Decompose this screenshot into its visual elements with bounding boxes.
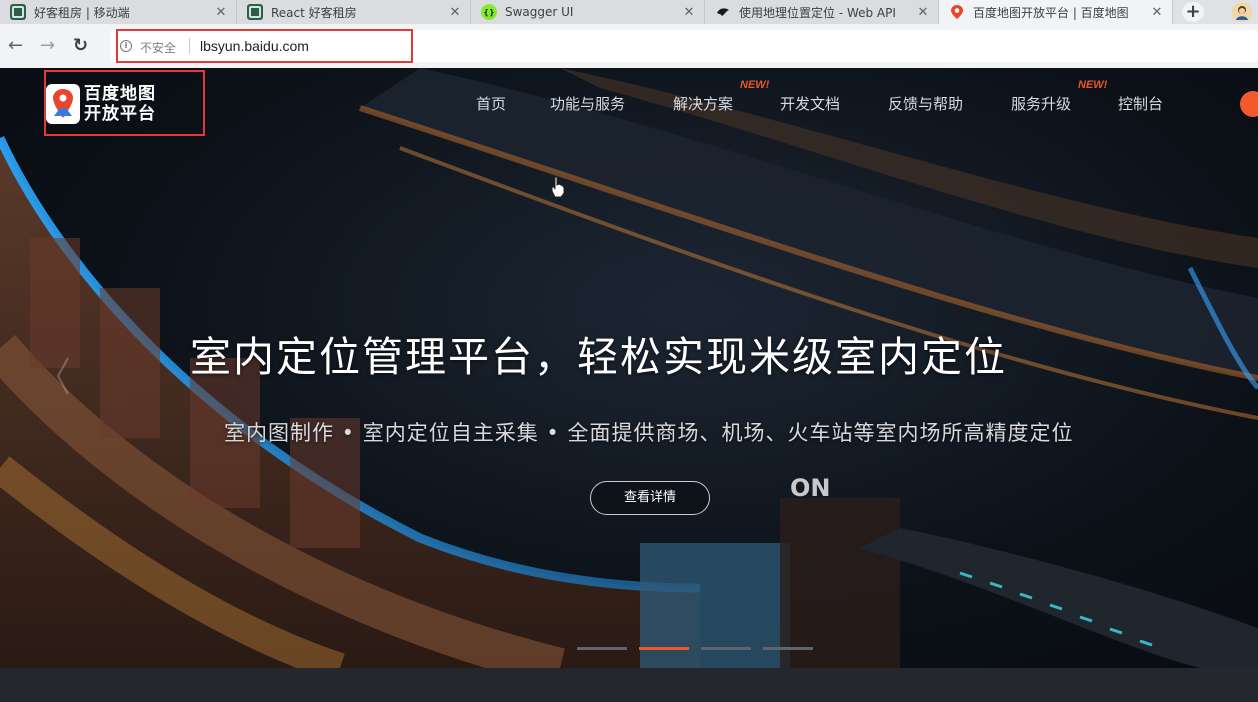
browser-tab[interactable]: 使用地理位置定位 - Web API ✕ — [705, 0, 939, 24]
nav-item-home[interactable]: 首页 — [476, 93, 506, 114]
new-badge: NEW! — [1078, 79, 1108, 91]
forward-arrow-icon[interactable]: → — [40, 37, 55, 55]
tab-title: 百度地图开放平台 | 百度地图 — [973, 5, 1129, 20]
nav-item-solutions[interactable]: 解决方案 — [673, 93, 733, 114]
hero-headline: 室内定位管理平台，轻松实现米级室内定位 — [190, 333, 1007, 381]
profile-avatar[interactable] — [1232, 2, 1252, 22]
close-icon[interactable]: ✕ — [214, 5, 228, 20]
close-icon[interactable]: ✕ — [448, 5, 462, 20]
view-details-button[interactable]: 查看详情 — [590, 481, 710, 515]
highlight-box — [44, 70, 205, 136]
close-icon[interactable]: ✕ — [1150, 5, 1164, 20]
nav-item-docs[interactable]: 开发文档 — [780, 93, 840, 114]
tab-title: 使用地理位置定位 - Web API — [739, 5, 896, 20]
app-icon — [247, 4, 263, 20]
tab-strip: 好客租房 | 移动端 ✕ React 好客租房 ✕ Swagger UI ✕ 使… — [0, 0, 1258, 24]
tab-title: Swagger UI — [505, 5, 574, 19]
browser-tab[interactable]: Swagger UI ✕ — [471, 0, 705, 24]
nav-item-feedback[interactable]: 反馈与帮助 — [888, 93, 963, 114]
nav-item-console[interactable]: 控制台 — [1118, 93, 1163, 114]
carousel-dot[interactable] — [577, 647, 627, 650]
tab-title: React 好客租房 — [271, 5, 357, 20]
carousel-dot[interactable] — [701, 647, 751, 650]
browser-tab[interactable]: React 好客租房 ✕ — [237, 0, 471, 24]
hero-subline: 室内图制作 • 室内定位自主采集 • 全面提供商场、机场、火车站等室内场所高精度… — [224, 421, 1074, 445]
browser-tab[interactable]: 好客租房 | 移动端 ✕ — [0, 0, 237, 24]
carousel-dot-active[interactable] — [639, 647, 689, 650]
carousel-dot[interactable] — [763, 647, 813, 650]
browser-tab-active[interactable]: 百度地图开放平台 | 百度地图 ✕ — [939, 0, 1173, 24]
tab-title: 好客租房 | 移动端 — [34, 5, 130, 20]
new-tab-button[interactable]: + — [1182, 2, 1204, 22]
new-badge: NEW! — [740, 79, 770, 91]
close-icon[interactable]: ✕ — [916, 5, 930, 20]
page-bottom-bar — [0, 668, 1258, 702]
hand-cursor-icon — [551, 176, 565, 198]
app-icon — [10, 4, 26, 20]
highlight-box — [116, 29, 413, 63]
svg-text:ON: ON — [790, 474, 831, 502]
baidu-map-icon — [949, 4, 965, 20]
nav-item-upgrade[interactable]: 服务升级 — [1011, 93, 1071, 114]
back-arrow-icon[interactable]: ← — [8, 37, 23, 55]
swagger-icon — [481, 4, 497, 20]
nav-item-features[interactable]: 功能与服务 — [550, 93, 625, 114]
close-icon[interactable]: ✕ — [682, 5, 696, 20]
reload-icon[interactable]: ↻ — [73, 37, 88, 55]
bird-icon — [715, 4, 731, 20]
